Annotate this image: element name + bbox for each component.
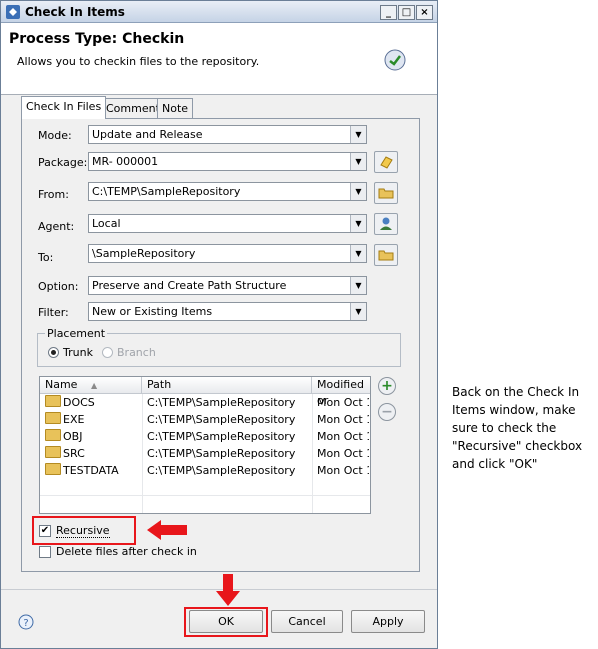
- package-select-button[interactable]: [374, 151, 398, 173]
- option-label: Option:: [38, 280, 79, 293]
- placement-label: Placement: [45, 327, 108, 340]
- minimize-button[interactable]: _: [380, 5, 397, 20]
- items-table[interactable]: Name ▲ Path Modified or DOCS C:\TEMP\Sam…: [39, 376, 371, 514]
- svg-text:?: ?: [23, 618, 28, 629]
- column-header-name[interactable]: Name ▲: [40, 377, 142, 394]
- trunk-label: Trunk: [63, 346, 93, 359]
- close-button[interactable]: ×: [416, 5, 433, 20]
- check-in-items-window: Check In Items _ □ × Process Type: Check…: [0, 0, 438, 649]
- recursive-checkbox[interactable]: ✔: [39, 525, 51, 537]
- chevron-down-icon[interactable]: ▼: [350, 215, 366, 232]
- branch-label: Branch: [117, 346, 156, 359]
- package-icon: [380, 156, 393, 169]
- folder-icon: [45, 412, 61, 424]
- filter-dropdown[interactable]: New or Existing Items ▼: [88, 302, 367, 321]
- checkin-icon: [384, 49, 406, 71]
- to-browse-button[interactable]: [374, 244, 398, 266]
- from-dropdown[interactable]: C:\TEMP\SampleRepository ▼: [88, 182, 367, 201]
- delete-files-checkbox[interactable]: [39, 546, 51, 558]
- help-icon[interactable]: ?: [18, 614, 34, 630]
- tab-note[interactable]: Note: [157, 98, 194, 118]
- dialog-header: Process Type: Checkin Allows you to chec…: [1, 23, 437, 95]
- instruction-annotation: Back on the Check In Items window, make …: [452, 385, 583, 471]
- plus-icon: +: [381, 378, 393, 394]
- row-divider: [40, 495, 370, 496]
- chevron-down-icon[interactable]: ▼: [350, 303, 366, 320]
- sort-asc-icon: ▲: [90, 381, 98, 390]
- filter-value: New or Existing Items: [92, 305, 213, 318]
- tab-comment[interactable]: Comment: [101, 98, 165, 118]
- folder-icon: [45, 446, 61, 458]
- process-description: Allows you to checkin files to the repos…: [17, 55, 260, 68]
- check-icon: ✔: [40, 525, 50, 536]
- minus-icon: −: [381, 404, 393, 420]
- folder-open-icon: [378, 188, 394, 199]
- option-dropdown[interactable]: Preserve and Create Path Structure ▼: [88, 276, 367, 295]
- agent-label: Agent:: [38, 220, 75, 233]
- to-value: \SampleRepository: [92, 247, 196, 260]
- folder-icon: [45, 395, 61, 407]
- window-title: Check In Items: [25, 5, 125, 19]
- red-arrow-left-icon: [147, 520, 187, 540]
- chevron-down-icon[interactable]: ▼: [350, 153, 366, 170]
- column-header-path[interactable]: Path: [142, 377, 312, 394]
- column-header-modified[interactable]: Modified or: [312, 377, 370, 407]
- delete-files-label: Delete files after check in: [56, 545, 197, 558]
- agent-dropdown[interactable]: Local ▼: [88, 214, 367, 233]
- package-dropdown[interactable]: MR- 000001 ▼: [88, 152, 367, 171]
- package-value: MR- 000001: [92, 155, 159, 168]
- chevron-down-icon[interactable]: ▼: [350, 277, 366, 294]
- package-label: Package:: [38, 156, 88, 169]
- filter-label: Filter:: [38, 306, 69, 319]
- apply-button[interactable]: Apply: [351, 610, 425, 633]
- mode-label: Mode:: [38, 129, 72, 142]
- trunk-radio[interactable]: [48, 347, 59, 358]
- agent-select-button[interactable]: [374, 213, 398, 235]
- remove-item-button[interactable]: −: [378, 403, 396, 421]
- chevron-down-icon[interactable]: ▼: [350, 183, 366, 200]
- chevron-down-icon[interactable]: ▼: [350, 126, 366, 143]
- folder-icon: [45, 463, 61, 475]
- from-value: C:\TEMP\SampleRepository: [92, 185, 241, 198]
- tab-check-in-files[interactable]: Check In Files: [21, 96, 107, 119]
- red-arrow-down-icon: [216, 574, 240, 606]
- from-browse-button[interactable]: [374, 182, 398, 204]
- process-type-title: Process Type: Checkin: [9, 31, 185, 47]
- radio-dot: [51, 350, 56, 355]
- maximize-button[interactable]: □: [398, 5, 415, 20]
- folder-open-icon: [378, 250, 394, 261]
- cancel-button[interactable]: Cancel: [271, 610, 343, 633]
- mode-value: Update and Release: [92, 128, 203, 141]
- branch-radio[interactable]: [102, 347, 113, 358]
- recursive-label: Recursive: [56, 524, 110, 538]
- from-label: From:: [38, 188, 69, 201]
- to-dropdown[interactable]: \SampleRepository ▼: [88, 244, 367, 263]
- chevron-down-icon[interactable]: ▼: [350, 245, 366, 262]
- agent-icon: [380, 217, 392, 230]
- ok-button[interactable]: OK: [189, 610, 263, 633]
- add-item-button[interactable]: +: [378, 377, 396, 395]
- title-bar[interactable]: Check In Items _ □ ×: [1, 1, 437, 23]
- to-label: To:: [38, 251, 54, 264]
- mode-dropdown[interactable]: Update and Release ▼: [88, 125, 367, 144]
- agent-value: Local: [92, 217, 121, 230]
- option-value: Preserve and Create Path Structure: [92, 279, 287, 292]
- folder-icon: [45, 429, 61, 441]
- app-icon: [6, 5, 20, 19]
